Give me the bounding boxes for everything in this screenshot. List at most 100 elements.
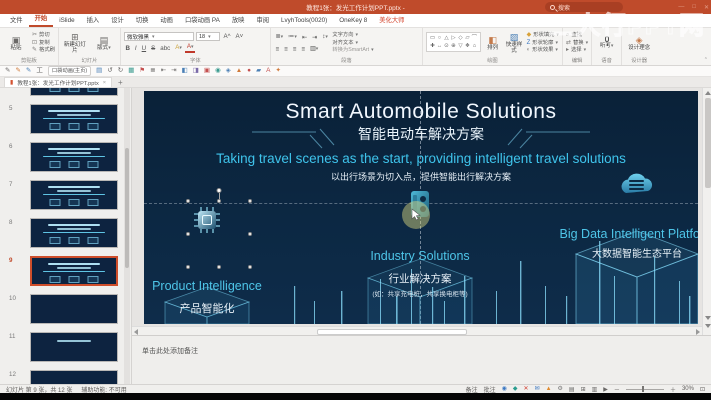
grow-font-button[interactable]: A^ bbox=[222, 32, 232, 41]
slide-tagline-en[interactable]: Taking travel scenes as the start, provi… bbox=[144, 151, 698, 166]
column-big-data-platform[interactable]: Big Data Intelligent Platform 大数据智能生态平台 bbox=[552, 171, 698, 260]
sparkle-icon[interactable]: ✦ bbox=[275, 66, 280, 76]
format-painter-button[interactable]: ✎格式刷 bbox=[32, 47, 55, 54]
plugin-gear-icon[interactable]: ⚙ bbox=[558, 385, 563, 393]
notes-pane[interactable]: 单击此处添加备注 bbox=[132, 335, 711, 384]
thumbnail-slide-11[interactable]: 11 bbox=[0, 332, 131, 362]
tab-lvyhtools[interactable]: LvyhTools(0020) bbox=[275, 15, 333, 27]
fit-to-window-icon[interactable]: ⊡ bbox=[700, 386, 705, 393]
char-spacing-button[interactable]: abc bbox=[159, 44, 172, 53]
shrink-font-button[interactable]: A˅ bbox=[234, 32, 245, 41]
shape-fill-button[interactable]: ◆形状填充 bbox=[527, 32, 559, 39]
font-family-select[interactable]: 微软雅黑 bbox=[124, 32, 194, 41]
shapes-gallery[interactable]: ▭○△▷◇▱⌒ ✚↔⊙⊕▽❖⌂ bbox=[426, 32, 481, 52]
tab-slideshow[interactable]: 放映 bbox=[226, 13, 251, 27]
prev-slide-arrow-icon[interactable] bbox=[705, 316, 711, 320]
cut-button[interactable]: ✂剪切 bbox=[32, 32, 55, 39]
indent-left-icon[interactable]: ⇤ bbox=[161, 66, 166, 76]
target-icon[interactable]: ◉ bbox=[215, 66, 221, 76]
font-size-select[interactable]: 18 bbox=[196, 32, 220, 41]
distribute-icon[interactable]: ◨ bbox=[193, 66, 199, 76]
thumbnail-slide-8[interactable]: 8 bbox=[0, 218, 131, 248]
triangle-tool-icon[interactable]: ▲ bbox=[236, 66, 242, 76]
pen-orange-icon[interactable]: ✎ bbox=[15, 66, 20, 76]
align-right-button[interactable]: ≡ bbox=[291, 45, 298, 54]
paste-button[interactable]: ▣ 粘贴 bbox=[3, 30, 29, 56]
plugin-circle-icon[interactable]: ◉ bbox=[502, 385, 507, 393]
tab-insert[interactable]: 插入 bbox=[81, 13, 106, 27]
slide-sorter-view-icon[interactable]: ⊞ bbox=[581, 386, 586, 393]
tab-close-icon[interactable]: × bbox=[103, 80, 106, 86]
thumbnail-scrollbar[interactable] bbox=[124, 88, 130, 384]
tab-review[interactable]: 审阅 bbox=[250, 13, 275, 27]
minimize-button[interactable]: — bbox=[678, 4, 684, 10]
align-left-button[interactable]: ≡ bbox=[274, 45, 281, 54]
pocket-animation-pill[interactable]: 口袋动画(主页) bbox=[48, 66, 91, 76]
layout-button[interactable]: ▤ 版式 bbox=[91, 30, 117, 56]
text-direction-button[interactable]: 文字方向 bbox=[332, 32, 373, 39]
numbering-button[interactable]: ≔ bbox=[287, 32, 299, 42]
align-text-button[interactable]: 对齐文本 bbox=[332, 40, 373, 47]
arrange-button[interactable]: ◧ 排列 bbox=[484, 30, 501, 56]
tab-transitions[interactable]: 切换 bbox=[130, 13, 155, 27]
undo-icon[interactable]: ↺ bbox=[107, 66, 112, 76]
line-spacing-button[interactable]: ↕ bbox=[321, 32, 330, 42]
swatch-icon[interactable]: ▰ bbox=[256, 66, 261, 76]
justify-button[interactable]: ≡ bbox=[300, 45, 307, 54]
column-product-intelligence[interactable]: Product Intelligence 产品智能化 bbox=[144, 201, 270, 316]
align-center-button[interactable]: ≡ bbox=[283, 45, 290, 54]
thumbnail-slide-6[interactable]: 6 bbox=[0, 142, 131, 172]
smartart-button[interactable]: 转换为SmartArt bbox=[332, 47, 373, 54]
shape-effects-button[interactable]: ◐形状效果 bbox=[527, 47, 559, 54]
dot-tool-icon[interactable]: ● bbox=[247, 66, 251, 76]
maximize-button[interactable]: □ bbox=[692, 4, 696, 10]
tab-file[interactable]: 文件 bbox=[4, 13, 29, 27]
reading-view-icon[interactable]: ▥ bbox=[592, 386, 598, 393]
thumbnail-slide-4[interactable]: 4 bbox=[0, 88, 131, 96]
columns-button[interactable]: ▥ bbox=[308, 44, 319, 54]
highlight-color-button[interactable]: A bbox=[174, 43, 184, 53]
tab-onekey[interactable]: OneKey 8 bbox=[333, 15, 373, 27]
normal-view-icon[interactable]: ▤ bbox=[569, 386, 575, 393]
horizontal-scrollbar[interactable] bbox=[132, 326, 702, 335]
scroll-up-arrow-icon[interactable] bbox=[705, 91, 711, 95]
align-objects-icon[interactable]: ◧ bbox=[182, 66, 188, 76]
search-box[interactable]: 搜索 bbox=[545, 2, 623, 12]
slide-title[interactable]: Smart Automobile Solutions bbox=[144, 100, 698, 124]
document-tab[interactable]: ▮ 教程1张：发光工作计划PPT.pptx × bbox=[4, 77, 112, 87]
tab-beautify[interactable]: 美化大师 bbox=[373, 13, 410, 27]
thumbnail-slide-7[interactable]: 7 bbox=[0, 180, 131, 210]
indent-right-icon[interactable]: ⇥ bbox=[171, 66, 176, 76]
replace-button[interactable]: ⇄替换 bbox=[566, 40, 588, 47]
fill-tool-icon[interactable]: ▣ bbox=[204, 66, 210, 76]
design-ideas-button[interactable]: ◈ 设计理念 bbox=[625, 30, 653, 56]
redo-icon[interactable]: ↻ bbox=[118, 66, 123, 76]
strikethrough-button[interactable]: S bbox=[150, 44, 157, 53]
plugin-close-icon[interactable]: ✕ bbox=[524, 385, 529, 393]
thumbnail-slide-12[interactable]: 12 bbox=[0, 370, 131, 384]
new-document-tab-button[interactable]: + bbox=[112, 78, 129, 87]
collapse-ribbon-button[interactable]: ⌃ bbox=[704, 57, 708, 63]
thumbnail-slide-5[interactable]: 5 bbox=[0, 104, 131, 134]
thumbnail-slide-10[interactable]: 10 bbox=[0, 294, 131, 324]
shape-outline-button[interactable]: Z形状轮廓 bbox=[527, 40, 559, 47]
tab-animations[interactable]: 动画 bbox=[154, 13, 179, 27]
horizontal-scroll-thumb[interactable] bbox=[317, 329, 467, 335]
diamond-tool-icon[interactable]: ◈ bbox=[226, 66, 231, 76]
font-tool-icon[interactable]: A bbox=[266, 66, 270, 76]
font-color-button[interactable]: A bbox=[185, 43, 195, 53]
list-icon[interactable]: ≣ bbox=[150, 66, 155, 76]
slideshow-view-icon[interactable]: ▶ bbox=[603, 386, 608, 393]
bold-button[interactable]: B bbox=[124, 44, 131, 53]
tab-home[interactable]: 开始 bbox=[29, 11, 54, 27]
new-slide-button[interactable]: ⊞ 新建幻灯片 bbox=[62, 30, 88, 56]
plugin-triangle-icon[interactable]: ▲ bbox=[546, 385, 552, 393]
tab-pocket-animation[interactable]: 口袋动画 PA bbox=[179, 13, 226, 27]
tab-design[interactable]: 设计 bbox=[105, 13, 130, 27]
vertical-scrollbar[interactable] bbox=[702, 88, 711, 335]
find-button[interactable]: ⌕查找 bbox=[566, 32, 588, 39]
plugin-mail-icon[interactable]: ✉ bbox=[535, 385, 540, 393]
indent-less-button[interactable]: ⇤ bbox=[300, 33, 308, 42]
dictate-button[interactable]: 听写 bbox=[595, 30, 618, 56]
ruler-icon[interactable]: 工 bbox=[36, 66, 43, 76]
